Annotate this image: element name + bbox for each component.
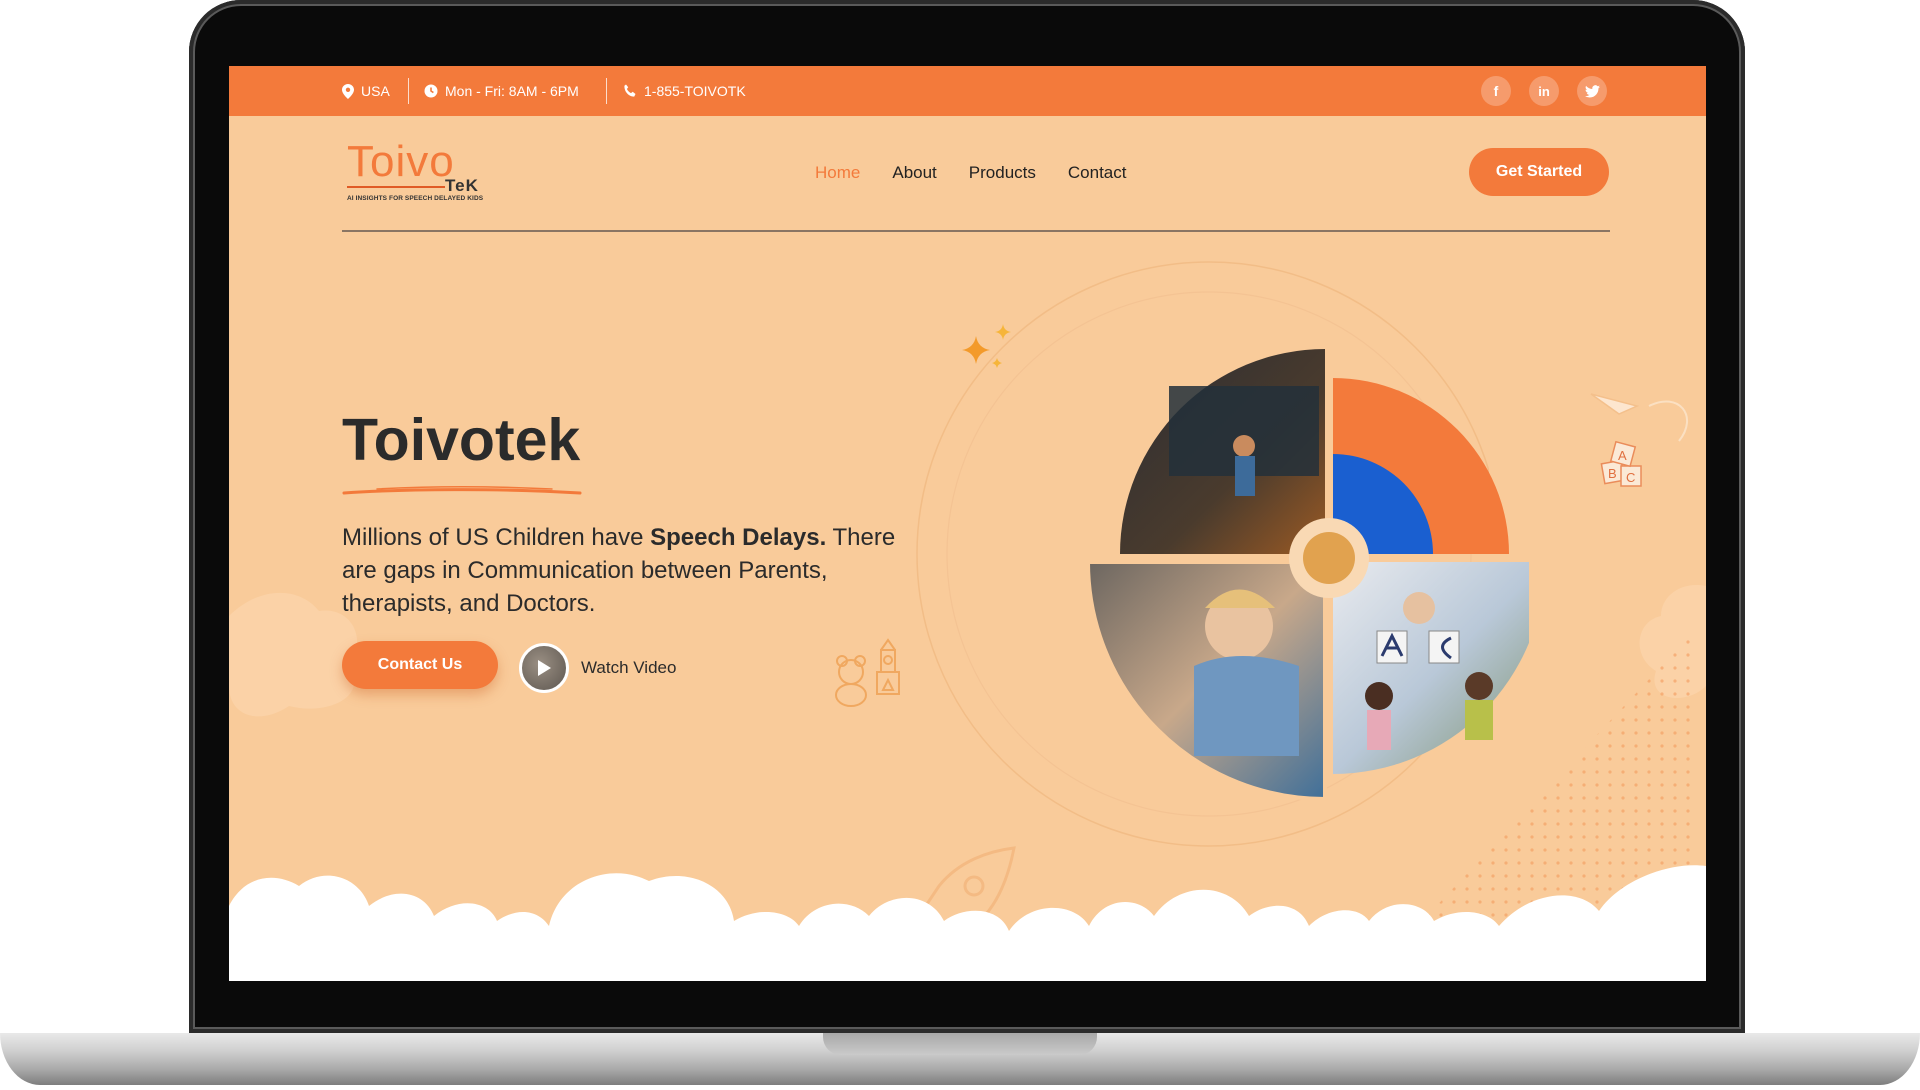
location-info: USA	[342, 66, 390, 116]
nav-contact[interactable]: Contact	[1068, 163, 1127, 183]
hours-info: Mon - Fri: 8AM - 6PM	[424, 66, 579, 116]
svg-text:C: C	[1626, 470, 1635, 485]
watch-video-link[interactable]: Watch Video	[519, 643, 676, 693]
hero-description: Millions of US Children have Speech Dela…	[342, 521, 902, 620]
nav-about[interactable]: About	[892, 163, 936, 183]
teacher-face	[1403, 592, 1435, 624]
twitter-icon[interactable]	[1577, 76, 1607, 106]
nav-products[interactable]: Products	[969, 163, 1036, 183]
location-text: USA	[361, 83, 390, 99]
phone-text: 1-855-TOIVOTK	[644, 83, 746, 99]
watch-video-label: Watch Video	[581, 658, 677, 677]
hero-text-bold: Speech Delays.	[650, 524, 827, 551]
phone-info[interactable]: 1-855-TOIVOTK	[623, 66, 746, 116]
header-divider	[342, 230, 1610, 232]
laptop-notch	[823, 1033, 1097, 1055]
phone-icon	[624, 84, 636, 97]
nav-home[interactable]: Home	[815, 163, 860, 183]
svg-text:B: B	[1608, 466, 1617, 481]
map-pin-icon	[342, 83, 354, 99]
child-figure	[1233, 435, 1255, 457]
logo-tagline: AI INSIGHTS FOR SPEECH DELAYED KIDS	[347, 195, 484, 202]
hero-text-part: Millions of US Children have	[342, 524, 651, 551]
linkedin-icon[interactable]: in	[1529, 76, 1559, 106]
logo-wordmark: Toivo	[347, 137, 455, 186]
top-info-bar: USA Mon - Fri: 8AM - 6PM 1-855-TOIVOTK f…	[229, 66, 1706, 116]
play-icon[interactable]	[519, 643, 569, 693]
facebook-icon[interactable]: f	[1481, 76, 1511, 106]
svg-text:A: A	[1618, 448, 1627, 463]
site-logo[interactable]: Toivo TeK AI INSIGHTS FOR SPEECH DELAYED…	[347, 140, 497, 210]
hero-title: Toivotek	[342, 407, 581, 473]
logo-underline	[347, 186, 445, 188]
get-started-button[interactable]: Get Started	[1469, 148, 1609, 196]
child-figure	[1235, 456, 1255, 496]
divider	[606, 78, 607, 104]
hours-text: Mon - Fri: 8AM - 6PM	[445, 83, 579, 99]
clock-icon	[424, 84, 438, 98]
title-underline-decoration	[342, 486, 582, 495]
divider	[408, 78, 409, 104]
logo-sub: TeK	[445, 176, 479, 195]
center-dot	[1303, 532, 1355, 584]
website-screen: USA Mon - Fri: 8AM - 6PM 1-855-TOIVOTK f…	[229, 66, 1706, 981]
bottom-clouds	[229, 865, 1706, 981]
contact-us-button[interactable]: Contact Us	[342, 641, 498, 689]
abc-blocks-icon: B CA	[1590, 393, 1689, 487]
main-nav: Home About Products Contact	[815, 163, 1126, 183]
